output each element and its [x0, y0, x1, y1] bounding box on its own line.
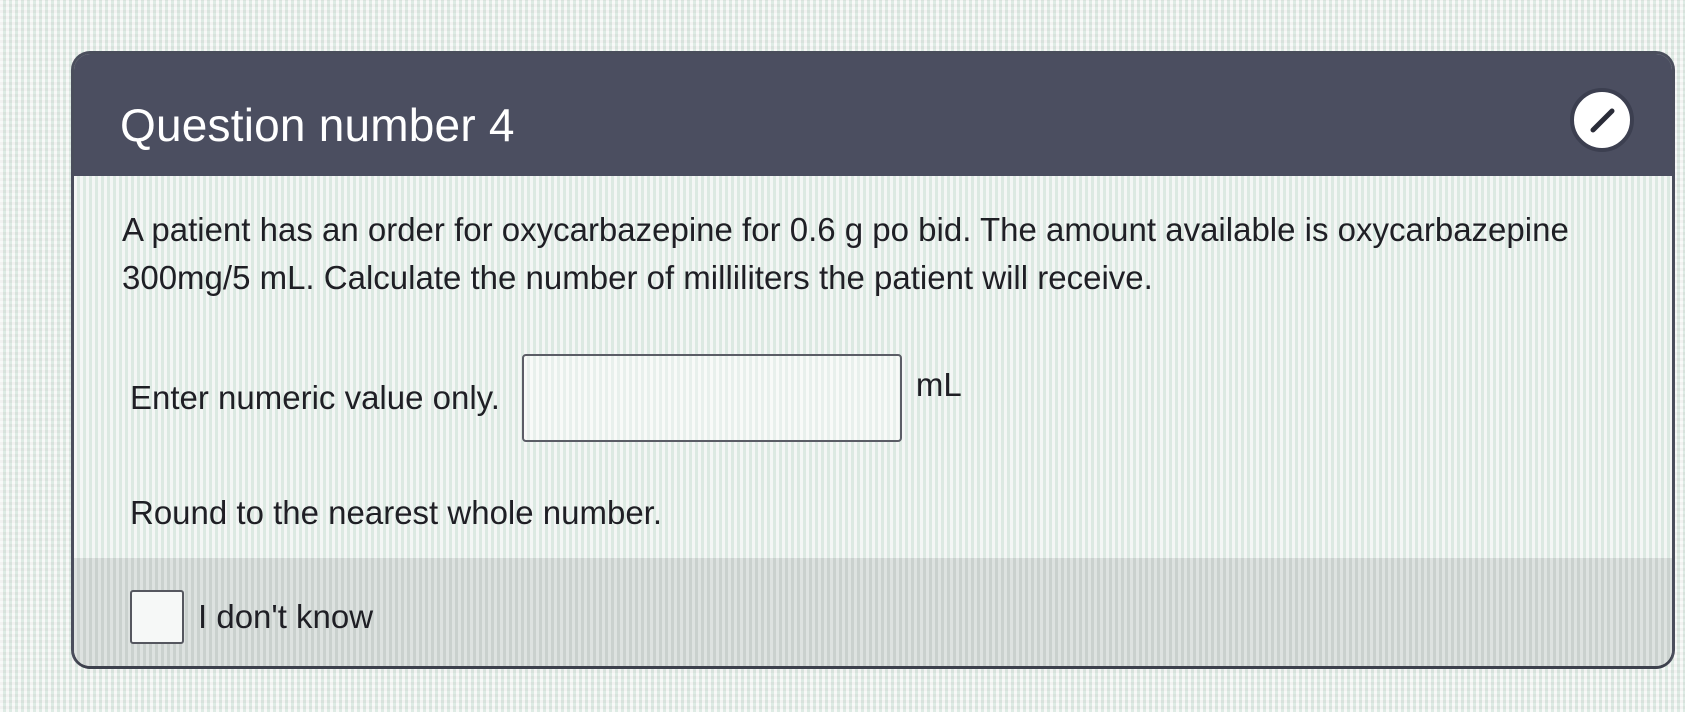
pencil-icon — [1590, 108, 1615, 133]
answer-input-label: Enter numeric value only. — [130, 379, 500, 416]
answer-input[interactable] — [521, 354, 902, 442]
question-footer: I don't know — [74, 558, 1672, 666]
dont-know-checkbox[interactable] — [130, 590, 184, 644]
edit-button[interactable] — [1570, 88, 1634, 152]
question-header: Question number 4 — [74, 54, 1672, 176]
question-card: Question number 4 A patient has an order… — [74, 54, 1672, 666]
answer-row: Enter numeric value only. mL — [130, 352, 962, 444]
question-title: Question number 4 — [120, 99, 515, 151]
question-body: A patient has an order for oxycarbazepin… — [74, 176, 1672, 558]
unit-label: mL — [915, 366, 962, 403]
dont-know-label: I don't know — [198, 598, 374, 635]
question-text: A patient has an order for oxycarbazepin… — [122, 211, 1569, 296]
dont-know-option[interactable]: I don't know — [130, 590, 373, 644]
rounding-instruction: Round to the nearest whole number. — [130, 494, 663, 531]
